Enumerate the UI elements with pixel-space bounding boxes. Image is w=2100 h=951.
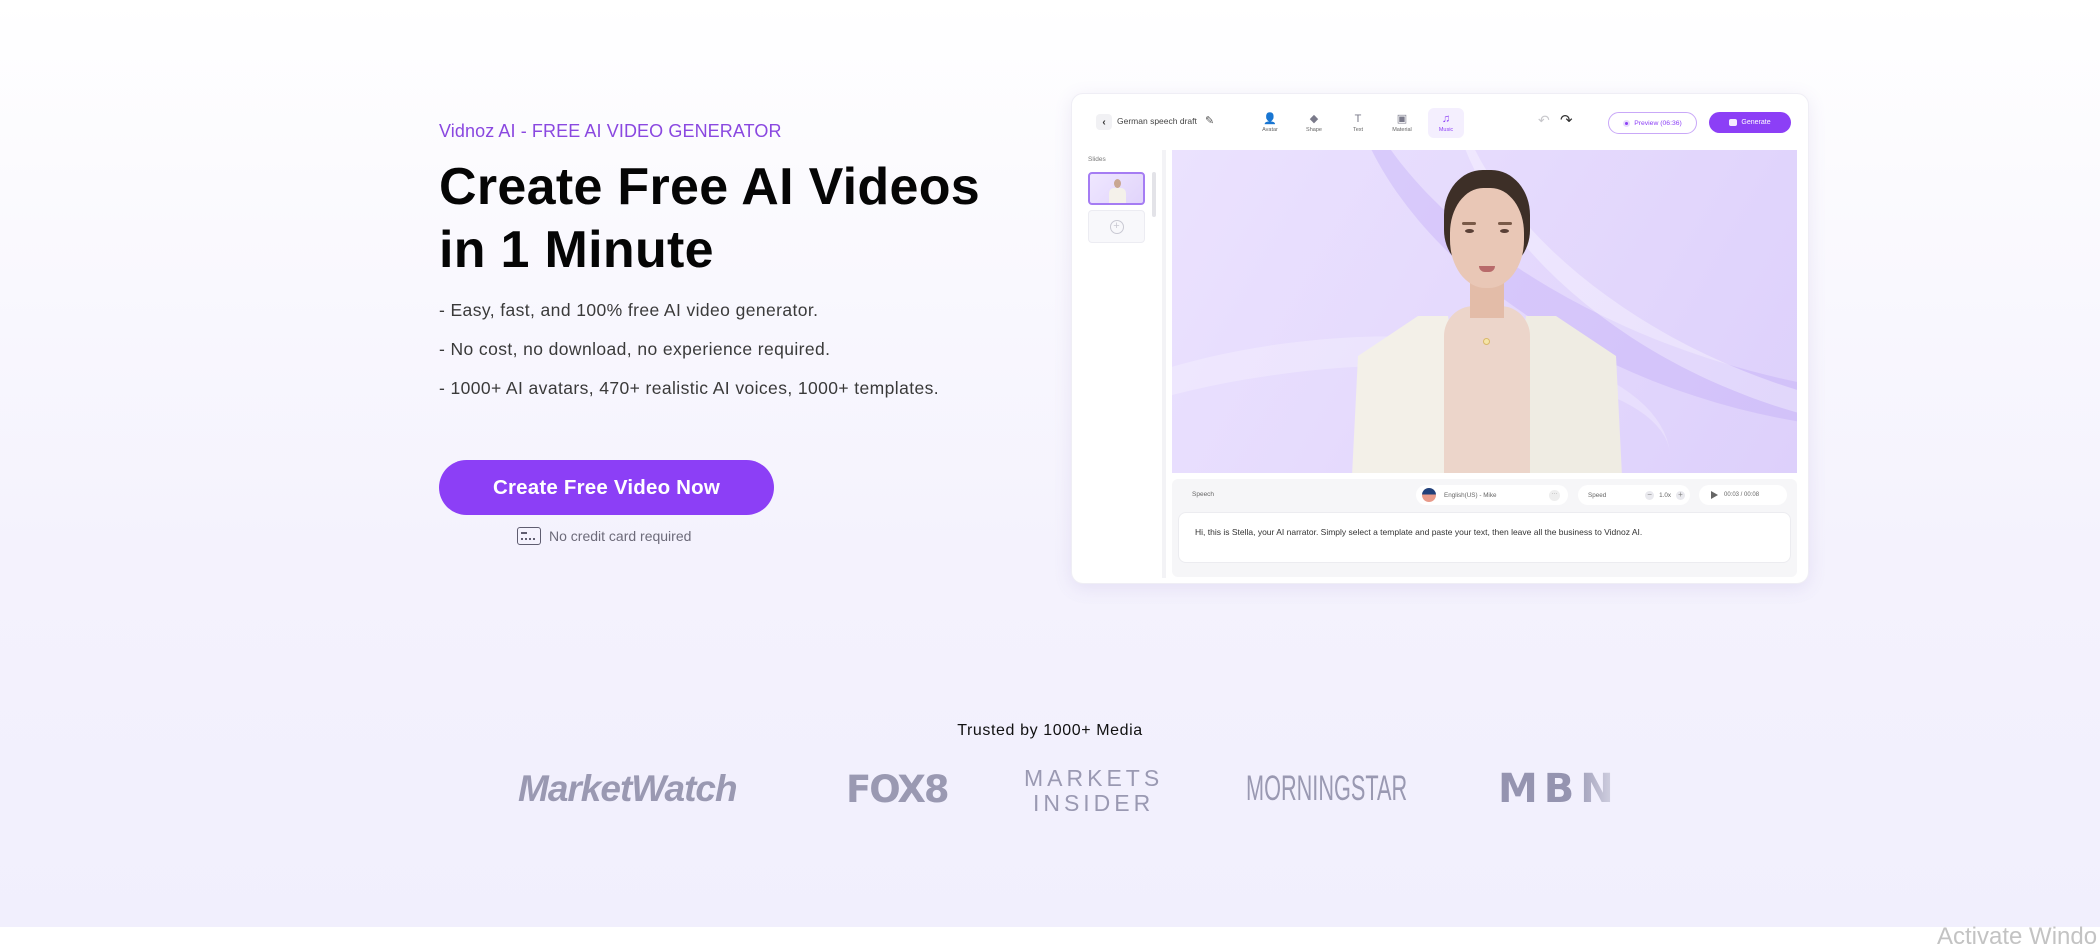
record-icon bbox=[1623, 119, 1631, 127]
us-flag-icon bbox=[1422, 488, 1436, 502]
speed-control: Speed − 1.0x + bbox=[1578, 485, 1690, 505]
activate-windows-watermark: Activate Windo bbox=[1937, 923, 2098, 950]
headline-line-2: in 1 Minute bbox=[439, 221, 714, 279]
tool-avatar[interactable]: 👤 Avatar bbox=[1252, 108, 1288, 138]
generate-label: Generate bbox=[1741, 119, 1771, 126]
editor-tools: 👤 Avatar ◆ Shape T Text ▣ Material ♫ Mus… bbox=[1252, 108, 1464, 138]
avatar-eye bbox=[1500, 229, 1509, 233]
preview-label: Preview (06:36) bbox=[1634, 119, 1682, 127]
shape-icon: ◆ bbox=[1309, 112, 1319, 125]
marketwatch-logo: MarketWatch bbox=[518, 768, 738, 809]
slide-thumbnail[interactable] bbox=[1088, 172, 1145, 205]
tool-text[interactable]: T Text bbox=[1340, 108, 1376, 138]
headline-line-1: Create Free AI Videos bbox=[439, 158, 980, 216]
chevron-left-icon[interactable]: ‹ bbox=[1096, 114, 1112, 130]
tool-label: Text bbox=[1352, 126, 1364, 133]
speed-value: 1.0x bbox=[1659, 491, 1671, 499]
generate-icon bbox=[1729, 119, 1738, 126]
avatar-face bbox=[1450, 188, 1524, 288]
avatar-blouse bbox=[1444, 306, 1530, 473]
playback-time: 00:03 / 00:08 bbox=[1724, 492, 1760, 498]
speech-text-input[interactable]: Hi, this is Stella, your AI narrator. Si… bbox=[1178, 512, 1791, 563]
slides-scrollbar[interactable] bbox=[1152, 172, 1156, 217]
ai-avatar-presenter bbox=[1352, 166, 1622, 473]
create-free-video-button[interactable]: Create Free Video Now bbox=[439, 460, 774, 515]
draft-title: German speech draft bbox=[1117, 116, 1197, 126]
voice-name: English(US) - Mike bbox=[1444, 491, 1497, 499]
no-credit-card-note: No credit card required bbox=[517, 527, 691, 545]
avatar-brow bbox=[1462, 222, 1476, 225]
avatar-thumbnail-head bbox=[1114, 179, 1121, 188]
playback-control: 00:03 / 00:08 bbox=[1699, 485, 1787, 505]
feature-list: - Easy, fast, and 100% free AI video gen… bbox=[439, 297, 1039, 414]
text-icon: T bbox=[1354, 112, 1362, 125]
feature-item: - Easy, fast, and 100% free AI video gen… bbox=[439, 300, 819, 320]
tool-label: Material bbox=[1392, 126, 1412, 133]
mbn-logo: MBN bbox=[1498, 766, 1620, 812]
feature-item: - 1000+ AI avatars, 470+ realistic AI vo… bbox=[439, 378, 940, 398]
editor-toolbar: ‹ German speech draft ✎ 👤 Avatar ◆ Shape… bbox=[1072, 94, 1808, 146]
speed-decrease-button[interactable]: − bbox=[1645, 490, 1655, 500]
play-icon[interactable] bbox=[1711, 491, 1718, 499]
tool-material[interactable]: ▣ Material bbox=[1384, 108, 1420, 138]
trusted-by-heading: Trusted by 1000+ Media bbox=[957, 722, 1143, 739]
speech-label: Speech bbox=[1192, 491, 1215, 498]
speed-label: Speed bbox=[1588, 491, 1607, 499]
redo-icon[interactable]: ↷ bbox=[1560, 111, 1573, 129]
generate-button[interactable]: Generate bbox=[1709, 112, 1791, 133]
markets-insider-line2: INSIDER bbox=[1032, 790, 1155, 816]
tool-label: Avatar bbox=[1262, 126, 1278, 133]
avatar-thumbnail-body bbox=[1109, 188, 1126, 203]
feature-item: - No cost, no download, no experience re… bbox=[439, 339, 831, 359]
tool-label: Music bbox=[1438, 126, 1454, 133]
more-options-icon[interactable]: ··· bbox=[1549, 490, 1560, 501]
material-icon: ▣ bbox=[1396, 112, 1408, 125]
avatar-brow bbox=[1498, 222, 1512, 225]
pencil-icon[interactable]: ✎ bbox=[1205, 114, 1214, 127]
voice-selector[interactable]: English(US) - Mike ··· bbox=[1416, 485, 1568, 505]
avatar-icon: 👤 bbox=[1263, 112, 1277, 125]
tool-shape[interactable]: ◆ Shape bbox=[1296, 108, 1332, 138]
markets-insider-line1: MARKETS bbox=[1024, 765, 1164, 791]
speech-panel: Speech English(US) - Mike ··· Speed − 1.… bbox=[1172, 479, 1797, 577]
markets-insider-logo: MARKETS INSIDER bbox=[1024, 766, 1163, 816]
no-credit-card-text: No credit card required bbox=[549, 528, 692, 544]
slides-panel: Slides + bbox=[1080, 150, 1166, 578]
tool-music[interactable]: ♫ Music bbox=[1428, 108, 1464, 138]
avatar-eye bbox=[1465, 229, 1474, 233]
avatar-necklace bbox=[1483, 338, 1490, 345]
hero-eyebrow: Vidnoz AI - FREE AI VIDEO GENERATOR bbox=[439, 121, 782, 141]
add-slide-button[interactable]: + bbox=[1088, 210, 1145, 243]
video-canvas[interactable] bbox=[1172, 150, 1797, 473]
music-icon: ♫ bbox=[1441, 112, 1451, 125]
slides-label: Slides bbox=[1088, 156, 1106, 163]
morningstar-logo: MORNINGSTAR bbox=[1246, 769, 1408, 808]
undo-icon[interactable]: ↶ bbox=[1538, 112, 1550, 129]
speed-increase-button[interactable]: + bbox=[1676, 490, 1685, 500]
editor-preview-mockup: ‹ German speech draft ✎ 👤 Avatar ◆ Shape… bbox=[1071, 93, 1809, 584]
plus-circle-icon: + bbox=[1109, 219, 1124, 234]
fox8-logo: FOX8 bbox=[846, 768, 950, 811]
preview-button[interactable]: Preview (06:36) bbox=[1608, 112, 1697, 134]
credit-card-icon bbox=[517, 527, 541, 545]
page-title: Create Free AI Videos in 1 Minute bbox=[439, 156, 1059, 282]
tool-label: Shape bbox=[1306, 126, 1322, 133]
